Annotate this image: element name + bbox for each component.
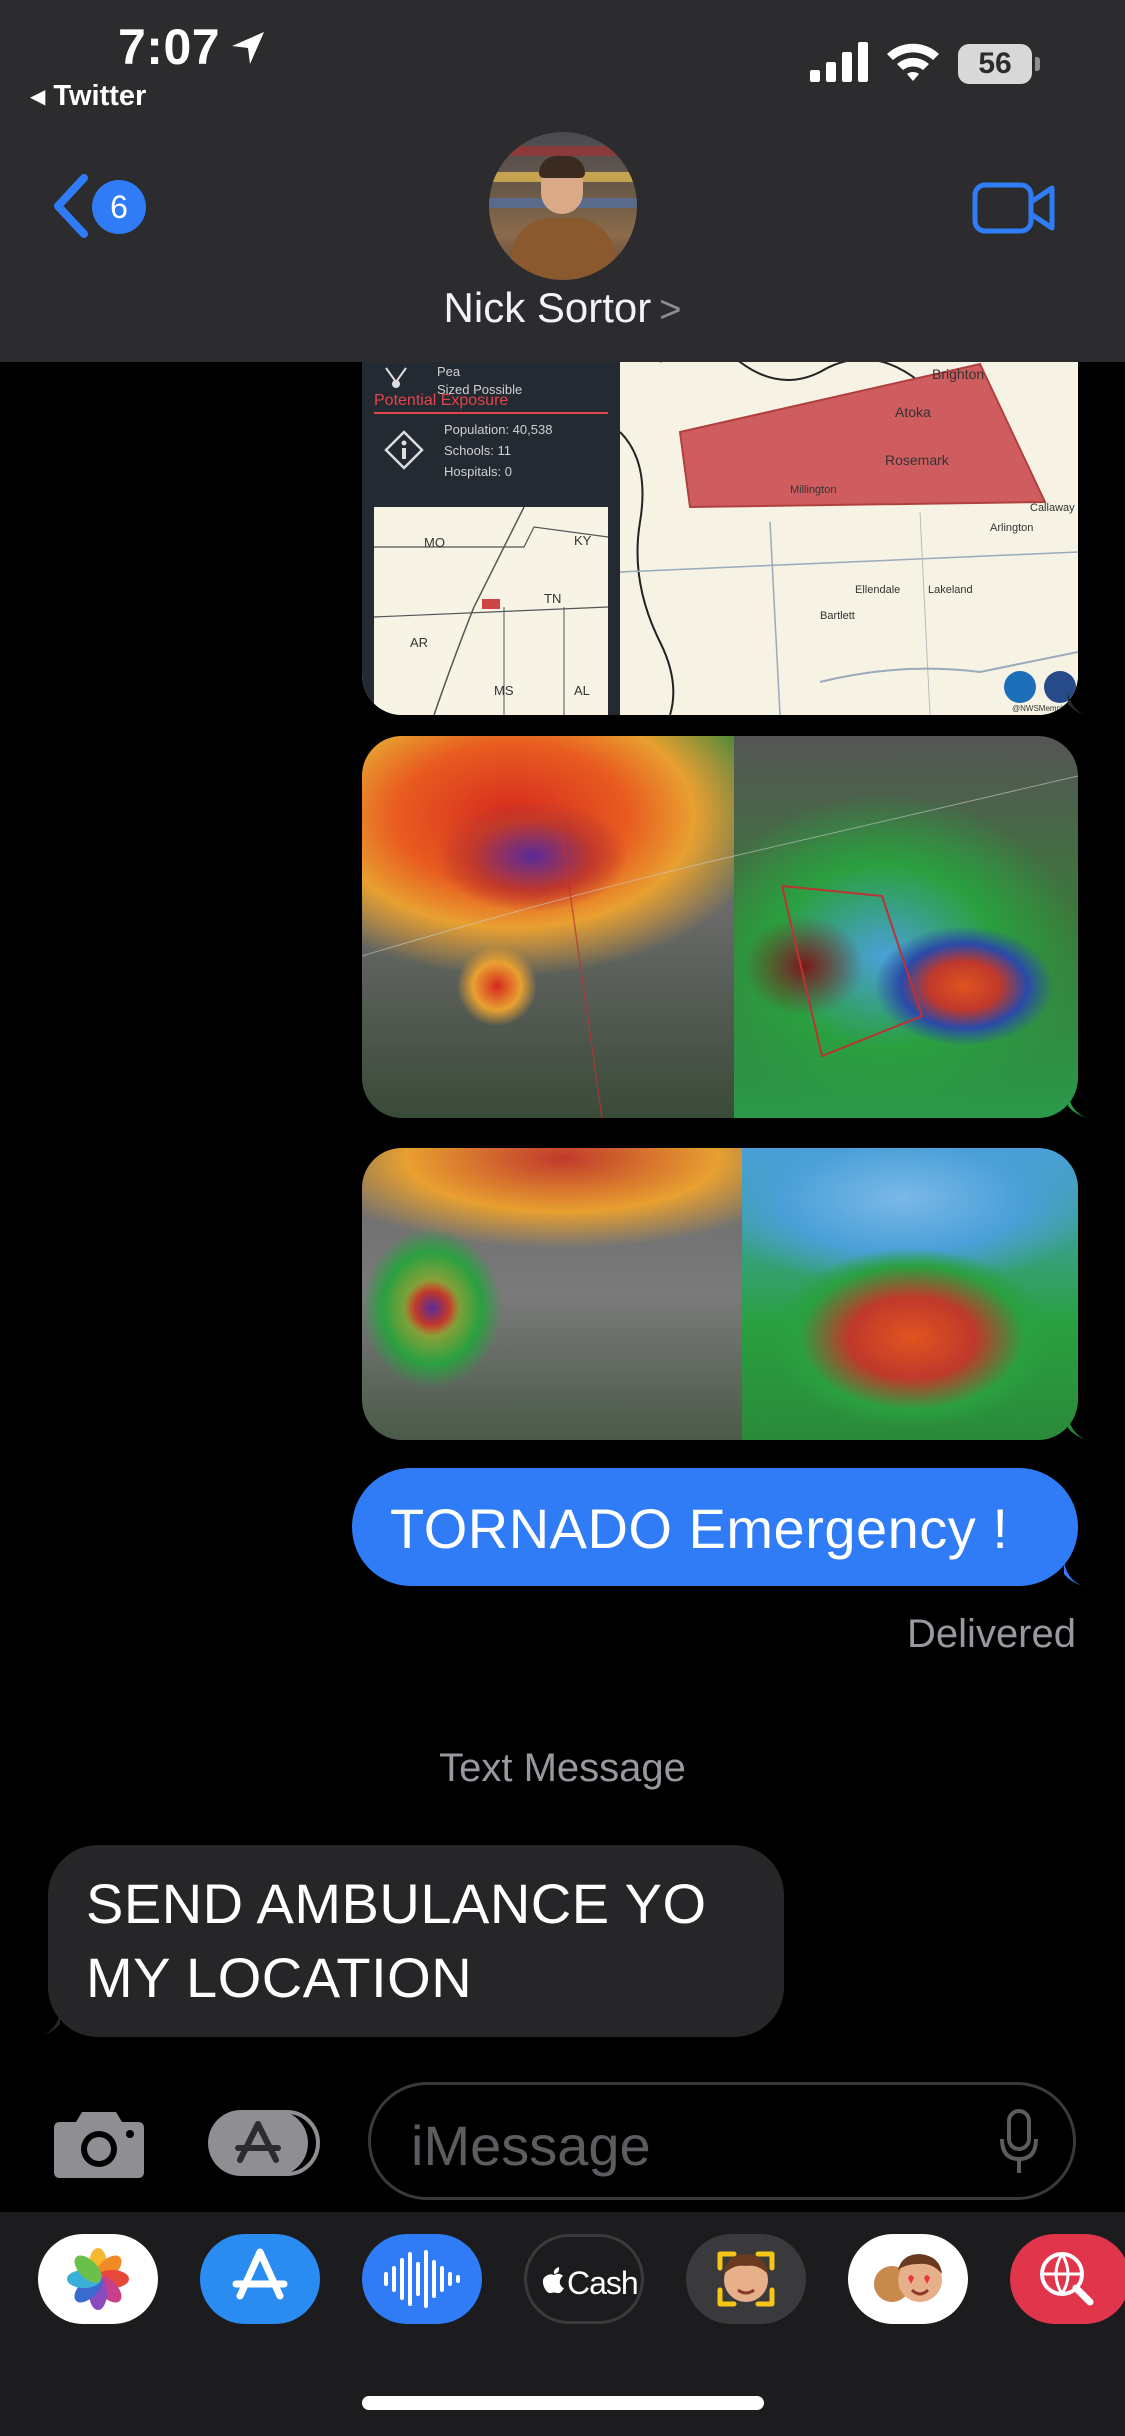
radar-image-1[interactable]: [362, 736, 1078, 1118]
radar-image-2[interactable]: [362, 1148, 1078, 1440]
chevron-left-icon: [54, 174, 88, 238]
radar-overlay-lines: [362, 775, 1078, 1118]
back-app-label: Twitter: [53, 80, 147, 112]
incoming-message-bubble[interactable]: SEND AMBULANCE YO MY LOCATION: [48, 1845, 784, 2037]
map-credit: @NWSMemphis: [1012, 704, 1072, 713]
bubble-tail: [1064, 1562, 1090, 1588]
place-millington: Millington: [790, 484, 837, 496]
waveform-icon: [384, 2250, 460, 2308]
memoji-heart-eyes-icon: [874, 2254, 942, 2302]
place-arlington: Arlington: [990, 522, 1034, 534]
warning-map-drawing: [620, 362, 1078, 715]
status-time: 7:07: [118, 19, 221, 75]
radar-hook-echo-panel: [362, 1148, 742, 1440]
audio-message-app-icon[interactable]: [362, 2234, 482, 2324]
memoji-stickers-app-icon[interactable]: [848, 2234, 968, 2324]
imessage-placeholder: iMessage: [411, 2114, 651, 2177]
apple-cash-label: Cash: [567, 2265, 639, 2301]
delivered-status: Delivered: [907, 1612, 1076, 1656]
outgoing-message-text: TORNADO Emergency !: [390, 1497, 1009, 1560]
image-search-app-icon[interactable]: [1010, 2234, 1125, 2324]
place-lakeland: Lakeland: [928, 584, 973, 596]
exposure-title: Potential Exposure: [374, 392, 509, 409]
avatar-hair: [539, 156, 585, 178]
inset-state-mo: MO: [424, 535, 445, 550]
battery-nub: [1035, 57, 1040, 71]
imessage-input[interactable]: iMessage: [368, 2082, 1076, 2200]
inset-state-ms: MS: [494, 683, 514, 698]
avatar-jacket: [511, 218, 615, 280]
inset-state-al: AL: [574, 683, 590, 698]
bubble-tail: [34, 2012, 60, 2038]
app-store-glyph-icon: [232, 2248, 288, 2300]
cellular-signal-icon: [810, 42, 868, 82]
place-brighton: Brighton: [932, 366, 985, 382]
contact-name-button[interactable]: Nick Sortor >: [0, 284, 1125, 332]
wifi-icon: [887, 43, 939, 81]
place-atoka: Atoka: [895, 404, 931, 420]
apple-cash-app-icon[interactable]: Cash: [524, 2234, 644, 2324]
message-thread[interactable]: Pea Sized Possible Potential Exposure Po…: [0, 362, 1125, 2074]
apple-logo-icon: [542, 2267, 564, 2294]
bubble-tail: [1068, 1094, 1094, 1120]
camera-icon[interactable]: [52, 2106, 146, 2180]
exposure-divider: [374, 412, 608, 414]
nws-warning-image[interactable]: Pea Sized Possible Potential Exposure Po…: [362, 362, 1078, 715]
inset-borders: [374, 507, 608, 715]
inset-state-ar: AR: [410, 635, 429, 650]
warning-info-panel: Pea Sized Possible Potential Exposure Po…: [362, 362, 620, 715]
inset-state-ky: KY: [574, 533, 592, 548]
contact-name: Nick Sortor: [443, 284, 652, 331]
photos-app-icon[interactable]: [38, 2234, 158, 2324]
inset-state-tn: TN: [544, 591, 562, 606]
battery-level: 56: [958, 44, 1032, 84]
conversation-header: 7:07 ◀ Twitter 56 6 Nick Sortor >: [0, 0, 1125, 362]
back-triangle-icon: ◀: [30, 86, 46, 108]
back-button[interactable]: 6: [44, 170, 154, 242]
incoming-message-line1: SEND AMBULANCE YO: [86, 1872, 707, 1935]
avatar-shelf-1: [489, 146, 637, 156]
memoji-app-icon[interactable]: [686, 2234, 806, 2324]
bubble-tail: [1068, 1416, 1094, 1442]
app-store-drawer-icon[interactable]: [208, 2110, 320, 2176]
unread-count-badge: 6: [92, 180, 146, 234]
info-icon: [384, 430, 424, 470]
contact-avatar[interactable]: [489, 132, 637, 280]
place-ellendale: Ellendale: [855, 584, 901, 596]
state-inset-map: MO KY AR TN MS AL: [374, 507, 608, 715]
app-store-app-icon[interactable]: [200, 2234, 320, 2324]
service-label: Text Message: [439, 1746, 686, 1790]
location-arrow-icon: [232, 32, 264, 64]
place-callaway: Callaway: [1030, 502, 1075, 514]
hail-icon: [385, 367, 407, 388]
photos-flower-icon: [67, 2248, 129, 2310]
bubble-tail: [1068, 692, 1094, 718]
incoming-message-line2: MY LOCATION: [86, 1946, 473, 2009]
hospitals-stat: Hospitals: 0: [444, 464, 512, 479]
globe-search-icon: [1040, 2252, 1094, 2306]
hail-line1: Pea: [437, 364, 461, 379]
battery-indicator: 56: [958, 44, 1040, 84]
population-stat: Population: 40,538: [444, 422, 553, 437]
facetime-video-icon[interactable]: [972, 180, 1056, 236]
radar-velocity-couplet-panel: [742, 1148, 1078, 1440]
place-rosemark: Rosemark: [885, 452, 949, 468]
home-indicator[interactable]: [362, 2396, 764, 2410]
chevron-right-icon: >: [659, 289, 682, 331]
place-bartlett: Bartlett: [820, 610, 855, 622]
schools-stat: Schools: 11: [444, 443, 511, 458]
memoji-face-icon: [717, 2251, 775, 2307]
warning-polygon-map: Brighton Atoka Rosemark Millington Arlin…: [620, 362, 1078, 715]
outgoing-message-bubble[interactable]: TORNADO Emergency !: [352, 1468, 1078, 1586]
back-to-twitter-link[interactable]: ◀ Twitter: [30, 80, 146, 113]
microphone-icon[interactable]: [999, 2109, 1039, 2175]
